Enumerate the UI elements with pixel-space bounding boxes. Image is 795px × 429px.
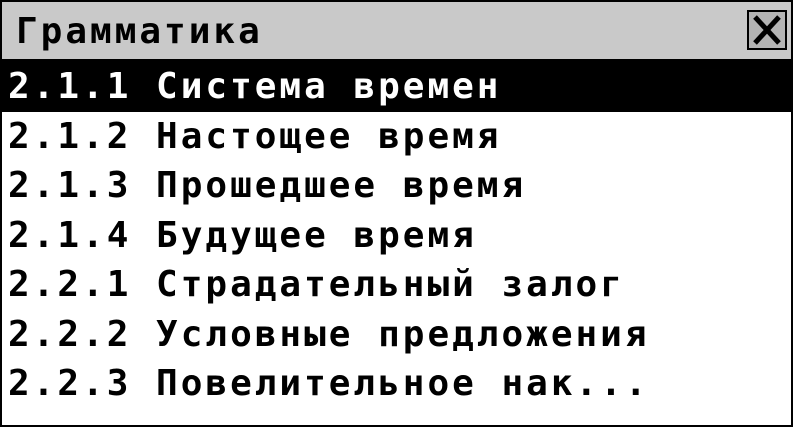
menu-item-2-2-1[interactable]: 2.2.1 Страдательный залог [2,260,791,310]
menu-item-2-2-3[interactable]: 2.2.3 Повелительное нак... [2,359,791,409]
topic-menu: 2.1.1 Система времен 2.1.2 Настощее врем… [2,62,791,409]
menu-item-2-2-2[interactable]: 2.2.2 Условные предложения [2,310,791,360]
close-icon [753,15,781,45]
menu-item-2-1-4[interactable]: 2.1.4 Будущее время [2,211,791,261]
title-bar: Грамматика [2,2,791,62]
menu-item-2-1-1[interactable]: 2.1.1 Система времен [2,62,791,112]
grammar-window: Грамматика 2.1.1 Система времен 2.1.2 На… [0,0,793,427]
close-button[interactable] [747,10,787,50]
menu-item-2-1-3[interactable]: 2.1.3 Прошедшее время [2,161,791,211]
menu-item-2-1-2[interactable]: 2.1.2 Настощее время [2,112,791,162]
window-title: Грамматика [16,11,263,52]
